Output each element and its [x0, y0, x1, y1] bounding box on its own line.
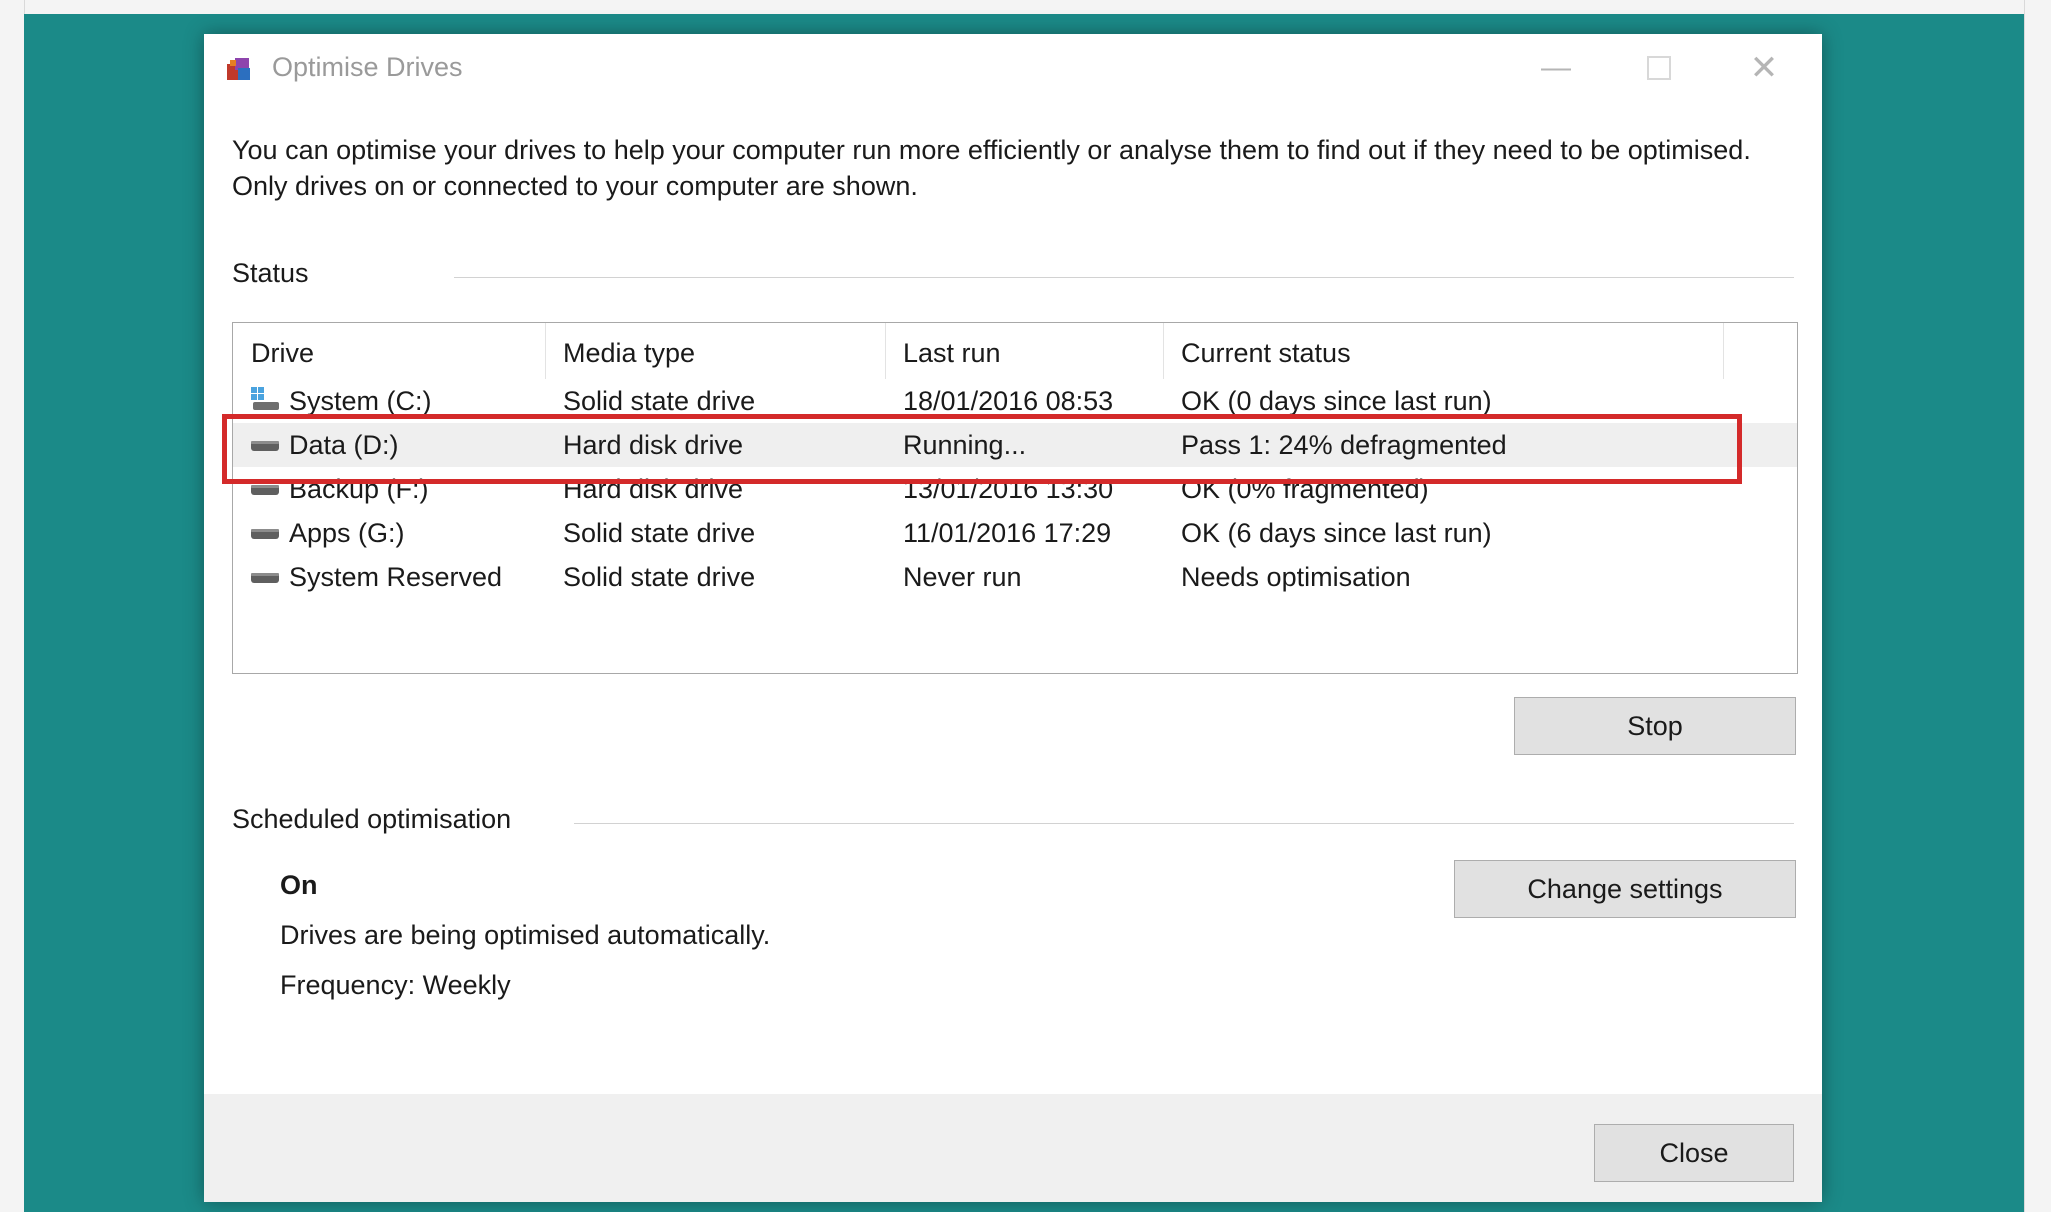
last-run: Never run — [903, 562, 1022, 592]
schedule-group-label: Scheduled optimisation — [232, 804, 524, 835]
media-type: Solid state drive — [563, 562, 756, 592]
hard-drive-icon — [251, 529, 279, 539]
current-status: Needs optimisation — [1181, 562, 1411, 592]
last-run: Running... — [903, 430, 1027, 460]
drive-name: Backup (F:) — [289, 474, 429, 504]
defrag-app-icon — [227, 58, 250, 80]
media-type: Hard disk drive — [563, 474, 744, 504]
title-bar[interactable]: Optimise Drives — ✕ — [204, 34, 1822, 104]
change-settings-button[interactable]: Change settings — [1454, 860, 1796, 918]
close-icon[interactable]: ✕ — [1734, 46, 1794, 90]
column-current-status[interactable]: Current status — [1163, 323, 1723, 379]
schedule-divider — [574, 823, 1794, 824]
footer-bar: Close — [204, 1094, 1822, 1202]
schedule-frequency: Frequency: Weekly — [280, 970, 511, 1000]
table-row[interactable]: System (C:) Solid state drive 18/01/2016… — [233, 379, 1797, 423]
drive-name: Data (D:) — [289, 430, 399, 460]
table-row[interactable]: Apps (G:) Solid state drive 11/01/2016 1… — [233, 511, 1797, 555]
current-status: OK (0 days since last run) — [1181, 386, 1492, 416]
drive-name: Apps (G:) — [289, 518, 405, 548]
drive-name: System Reserved — [289, 562, 503, 592]
media-type: Solid state drive — [563, 386, 756, 416]
frame-left — [0, 0, 25, 1212]
table-row-selected[interactable]: Data (D:) Hard disk drive Running... Pas… — [233, 423, 1797, 467]
last-run: 13/01/2016 13:30 — [903, 474, 1114, 504]
schedule-state: On — [280, 870, 318, 900]
windows-drive-icon — [251, 387, 279, 410]
stop-button[interactable]: Stop — [1514, 697, 1796, 755]
table-row[interactable]: Backup (F:) Hard disk drive 13/01/2016 1… — [233, 467, 1797, 511]
hard-drive-icon — [251, 485, 279, 495]
last-run: 11/01/2016 17:29 — [903, 518, 1112, 548]
optimise-drives-window: Optimise Drives — ✕ You can optimise you… — [204, 34, 1822, 1202]
media-type: Solid state drive — [563, 518, 756, 548]
list-header: Drive Media type Last run Current status — [233, 323, 1797, 379]
drive-list[interactable]: Drive Media type Last run Current status… — [232, 322, 1798, 674]
media-type: Hard disk drive — [563, 430, 744, 460]
hard-drive-icon — [251, 441, 279, 451]
last-run: 18/01/2016 08:53 — [903, 386, 1114, 416]
status-divider — [454, 277, 1794, 278]
description-text: You can optimise your drives to help you… — [232, 135, 1751, 201]
window-title: Optimise Drives — [272, 52, 463, 82]
minimize-icon[interactable]: — — [1526, 46, 1586, 90]
hard-drive-icon — [251, 573, 279, 583]
column-media-type[interactable]: Media type — [545, 323, 885, 379]
frame-right — [2024, 0, 2051, 1212]
schedule-info: Drives are being optimised automatically… — [280, 920, 771, 950]
table-row[interactable]: System Reserved Solid state drive Never … — [233, 555, 1797, 599]
column-last-run[interactable]: Last run — [885, 323, 1163, 379]
column-separator[interactable] — [1723, 323, 1724, 379]
status-group-label: Status — [232, 258, 321, 289]
maximize-icon[interactable] — [1629, 46, 1689, 90]
current-status: OK (0% fragmented) — [1181, 474, 1429, 504]
current-status: Pass 1: 24% defragmented — [1181, 430, 1507, 460]
drive-name: System (C:) — [289, 386, 432, 416]
current-status: OK (6 days since last run) — [1181, 518, 1492, 548]
close-button[interactable]: Close — [1594, 1124, 1794, 1182]
column-drive[interactable]: Drive — [233, 323, 545, 379]
frame-top — [0, 0, 2051, 14]
